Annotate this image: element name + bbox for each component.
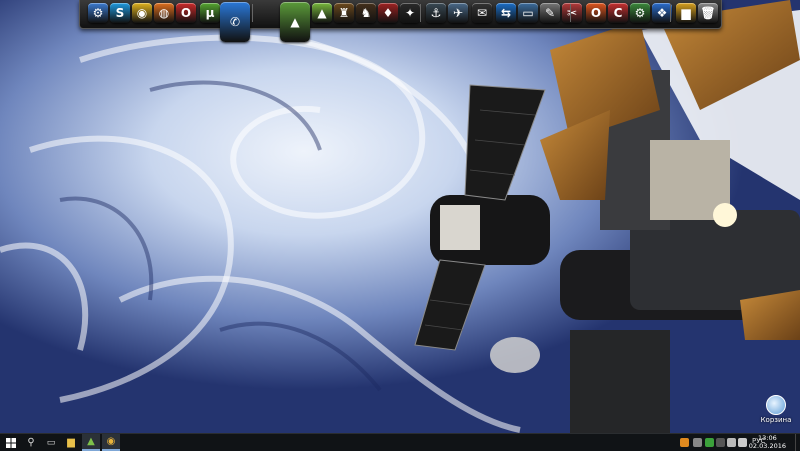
task-view-button[interactable]: ▭	[42, 434, 60, 451]
airplane-icon[interactable]: ✈	[448, 3, 468, 23]
chrome-taskbar-button[interactable]: ◉	[102, 434, 120, 451]
anchor-icon[interactable]: ⚓	[426, 3, 446, 23]
android-studio-icon: ▲	[87, 436, 95, 447]
clock-date: 02.03.2016	[748, 442, 786, 450]
phone-call-icon[interactable]: ✆	[220, 2, 250, 42]
tray-app-icon-1[interactable]	[680, 438, 689, 447]
tray-app-icon-2[interactable]	[693, 438, 702, 447]
network-icon[interactable]: ❖	[652, 3, 672, 23]
office-icon[interactable]: O	[586, 3, 606, 23]
chrome-icon[interactable]: ◉	[132, 3, 152, 23]
game-icon-3[interactable]: ♦	[378, 3, 398, 23]
firefox-icon[interactable]: ◍	[154, 3, 174, 23]
feather-icon[interactable]: ✎	[540, 3, 560, 23]
search-icon: ⚲	[27, 437, 35, 448]
tool-icon[interactable]: ✂	[562, 3, 582, 23]
chrome-icon: ◉	[106, 436, 116, 447]
task-view-icon: ▭	[46, 437, 56, 448]
clock-time: 13:06	[758, 434, 777, 442]
dock-separator	[252, 4, 253, 22]
skype-icon[interactable]: S	[110, 3, 130, 23]
folder-icon: ▆	[67, 437, 75, 448]
start-button[interactable]	[2, 434, 20, 451]
dock-separator	[570, 4, 571, 22]
search-button[interactable]: ⚲	[22, 434, 40, 451]
android-icon[interactable]: ▲	[312, 3, 332, 23]
game-icon-4[interactable]: ✦	[400, 3, 420, 23]
teamviewer-icon[interactable]: ⇆	[496, 3, 516, 23]
battery-icon[interactable]	[716, 438, 725, 447]
volume-icon[interactable]	[738, 438, 747, 447]
file-explorer-button[interactable]: ▆	[62, 434, 80, 451]
dock-bar: ⚙ S ◉ ◍ Oµ ✆ ▲ ▲ ♜ ♞ ♦ ✦ ⚓ ✈ ✉ ⇆ ▭ ✎ ✂ O C ⚙ ❖ ▆ 🗑	[79, 0, 722, 42]
dock-separator	[420, 4, 421, 22]
trash-icon[interactable]: 🗑	[698, 3, 718, 23]
settings-gear-icon[interactable]: ⚙	[630, 3, 650, 23]
taskbar: ⚲ ▭ ▆ ▲ ◉ РУС 13:06 02.03.2016	[0, 433, 800, 451]
clock[interactable]: 13:06 02.03.2016	[749, 434, 786, 450]
utorrent-icon[interactable]: µ	[200, 3, 220, 23]
game-icon-1[interactable]: ♜	[334, 3, 354, 23]
show-desktop-button[interactable]	[795, 434, 800, 451]
recycle-bin-label: Корзина	[760, 416, 792, 424]
android-studio-icon[interactable]: ▲	[280, 2, 310, 42]
game-icon-2[interactable]: ♞	[356, 3, 376, 23]
tray-app-icon-3[interactable]	[705, 438, 714, 447]
dock-separator	[670, 4, 671, 22]
windows-logo-icon	[6, 437, 16, 448]
recycle-bin-icon	[766, 395, 786, 415]
recycle-bin-desktop-icon[interactable]: Корзина	[758, 395, 794, 424]
network-icon[interactable]	[727, 438, 736, 447]
folder-icon[interactable]: ▆	[676, 3, 696, 23]
ccleaner-icon[interactable]: C	[608, 3, 628, 23]
system-tool-icon[interactable]: ⚙	[88, 3, 108, 23]
remote-desktop-icon[interactable]: ▭	[518, 3, 538, 23]
opera-icon[interactable]: O	[176, 3, 196, 23]
android-studio-taskbar-button[interactable]: ▲	[82, 434, 100, 451]
desktop-wallpaper	[0, 0, 800, 433]
mail-icon[interactable]: ✉	[472, 3, 492, 23]
